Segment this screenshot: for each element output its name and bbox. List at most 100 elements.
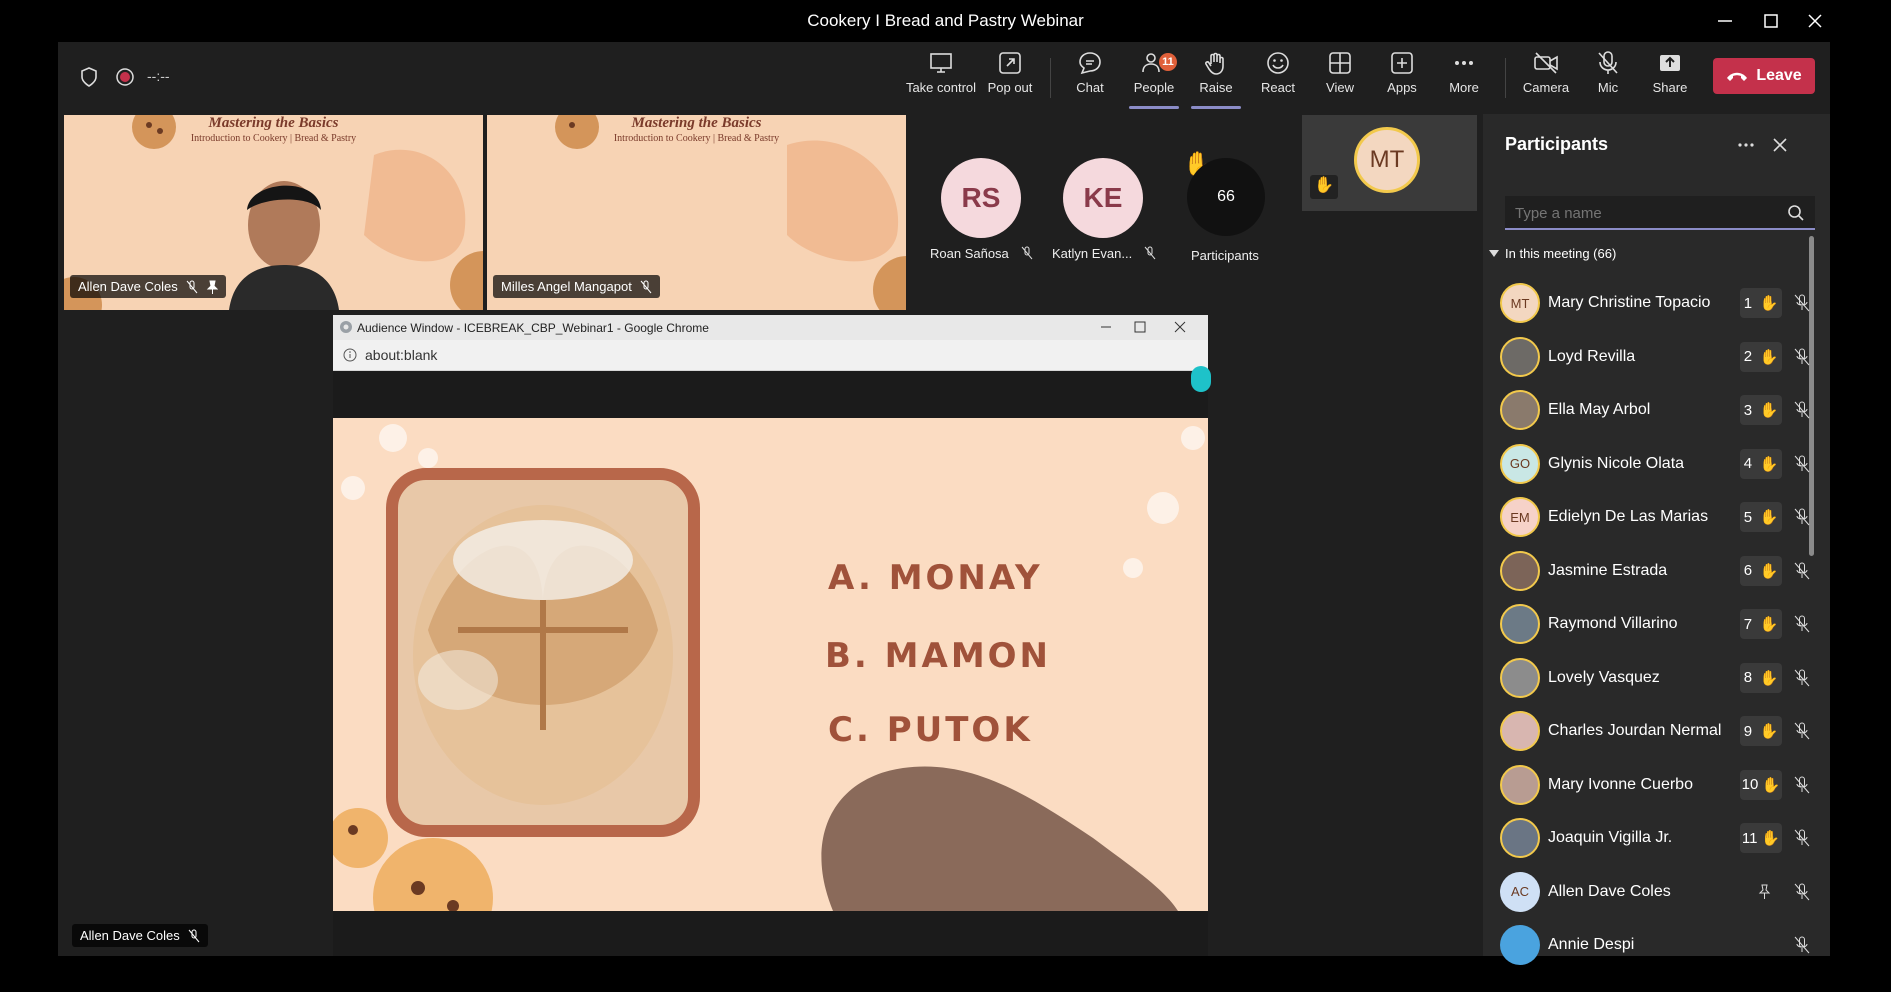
avatar-rs[interactable]: RS [941, 158, 1021, 238]
raised-hand-icon: ✋ [1759, 295, 1779, 312]
raised-hand-order: 10 ✋ [1740, 769, 1782, 800]
window-title: Cookery I Bread and Pastry Webinar [807, 11, 1084, 30]
participant-name: Lovely Vasquez [1548, 668, 1660, 686]
participant-row[interactable]: Ella May Arbol 3 ✋ [1500, 384, 1810, 436]
video-tile-allen[interactable]: Mastering the Basics Introduction to Coo… [64, 115, 483, 310]
bread-photo [386, 468, 700, 837]
participant-row[interactable]: Jasmine Estrada 6 ✋ [1500, 545, 1810, 597]
maximize-window-button[interactable] [1746, 0, 1796, 42]
address-bar[interactable]: about:blank [333, 340, 1208, 371]
share-button[interactable]: Share [1640, 50, 1700, 110]
mic-off-icon [1794, 562, 1810, 579]
participant-name: Ella May Arbol [1548, 401, 1651, 418]
participant-row[interactable]: EM Edielyn De Las Marias 5 ✋ [1500, 491, 1810, 543]
mic-off-icon [640, 280, 652, 293]
chat-icon [1079, 52, 1101, 75]
raised-hand-icon: ✋ [1759, 562, 1779, 580]
avatar [1500, 657, 1540, 698]
participant-row[interactable]: Charles Jourdan Nermal 9 ✋ [1500, 705, 1810, 757]
chat-button[interactable]: Chat [1060, 50, 1120, 110]
avatar: MT [1500, 283, 1540, 323]
participant-name: Loyd Revilla [1548, 347, 1636, 365]
tile-name-label: Milles Angel Mangapot [493, 275, 660, 298]
hang-up-icon [1727, 72, 1748, 81]
raise-active-indicator [1191, 106, 1241, 109]
maximize-icon [1134, 321, 1146, 333]
share-icon [1660, 55, 1680, 71]
raised-hand-order: 2 ✋ [1740, 341, 1782, 372]
mic-button[interactable]: Mic [1578, 50, 1638, 110]
quiz-option-a: A. MONAY [828, 558, 1043, 598]
participant-row[interactable]: Annie Despi [1500, 919, 1810, 971]
participant-count-label: Participants [1191, 248, 1259, 263]
raised-hand-icon: ✋ [1761, 776, 1781, 794]
participant-search[interactable] [1505, 196, 1815, 230]
take-control-button[interactable]: Take control [906, 50, 976, 110]
raise-hand-button[interactable]: Raise [1186, 50, 1246, 110]
avatar-ke-label: Katlyn Evan... [1052, 246, 1156, 261]
camera-button[interactable]: Camera [1516, 50, 1576, 110]
video-tile-milles[interactable]: Mastering the Basics Introduction to Coo… [487, 115, 906, 310]
hand-order-number: 2 [1743, 348, 1753, 365]
raised-hand-icon: ✋ [1310, 175, 1338, 199]
meeting-timer: --:-- [147, 68, 170, 84]
participant-row[interactable]: AC Allen Dave Coles [1500, 866, 1810, 918]
react-button[interactable]: React [1248, 50, 1308, 110]
apps-icon [1391, 52, 1413, 74]
avatar [1500, 818, 1540, 858]
raised-hand-icon: ✋ [1759, 348, 1779, 366]
participant-row[interactable]: Raymond Villarino 7 ✋ [1500, 598, 1810, 650]
leave-button[interactable]: Leave [1713, 58, 1815, 94]
mic-off-icon [1794, 722, 1810, 740]
minimize-icon [1101, 326, 1111, 328]
panel-more-button[interactable] [1735, 134, 1757, 156]
raised-hand-order: 8 ✋ [1740, 662, 1782, 693]
people-count-badge: 11 [1159, 53, 1177, 71]
minimize-window-button[interactable] [1700, 0, 1750, 42]
more-button[interactable]: More [1434, 50, 1494, 110]
avatar [1500, 604, 1540, 644]
search-input[interactable] [1513, 201, 1767, 225]
info-icon [343, 348, 357, 362]
chrome-close-button[interactable] [1163, 317, 1197, 337]
chrome-minimize-button[interactable] [1089, 317, 1123, 337]
hand-order-number: 8 [1743, 669, 1753, 686]
view-button[interactable]: View [1310, 50, 1370, 110]
participant-row[interactable]: Loyd Revilla 2 ✋ [1500, 331, 1810, 383]
participant-name: Jasmine Estrada [1548, 561, 1668, 579]
avatar: GO [1500, 443, 1540, 484]
participant-row[interactable]: Joaquin Vigilla Jr. 11 ✋ [1500, 812, 1810, 864]
close-icon [1174, 321, 1186, 333]
hand-order-number: 4 [1743, 455, 1753, 472]
panel-close-button[interactable] [1769, 134, 1791, 156]
close-window-button[interactable] [1790, 0, 1840, 42]
participant-name: Glynis Nicole Olata [1548, 454, 1685, 472]
raised-hand-icon: ✋ [1759, 455, 1779, 473]
react-icon [1267, 52, 1289, 74]
raised-hand-order: 5 ✋ [1740, 502, 1782, 532]
apps-button[interactable]: Apps [1372, 50, 1432, 110]
search-icon [1788, 205, 1804, 221]
people-active-indicator [1129, 106, 1179, 109]
hand-order-number: 5 [1743, 508, 1753, 526]
participant-row[interactable]: Mary Ivonne Cuerbo 10 ✋ [1500, 759, 1810, 811]
mic-off-icon [1794, 669, 1810, 686]
mic-off-icon [188, 929, 200, 942]
avatar-rs-label: Roan Sañosa [930, 246, 1033, 261]
mic-off-icon [1794, 401, 1810, 419]
self-view-tile[interactable]: MT ✋ [1302, 115, 1477, 211]
participant-name: Mary Christine Topacio [1548, 294, 1711, 311]
participant-row[interactable]: MT Mary Christine Topacio 1 ✋ [1500, 277, 1810, 329]
participant-count-circle[interactable]: 66 [1187, 158, 1265, 236]
avatar [1500, 390, 1540, 430]
view-icon [1329, 52, 1351, 74]
pop-out-button[interactable]: Pop out [980, 50, 1040, 110]
more-icon [1455, 61, 1473, 65]
section-in-meeting[interactable]: In this meeting (66) [1489, 246, 1616, 261]
hand-order-number: 11 [1741, 829, 1758, 847]
chrome-maximize-button[interactable] [1123, 317, 1157, 337]
participant-row[interactable]: GO Glynis Nicole Olata 4 ✋ [1500, 438, 1810, 490]
avatar-ke[interactable]: KE [1063, 158, 1143, 238]
mic-off-icon [1794, 776, 1810, 793]
participant-row[interactable]: Lovely Vasquez 8 ✋ [1500, 652, 1810, 704]
